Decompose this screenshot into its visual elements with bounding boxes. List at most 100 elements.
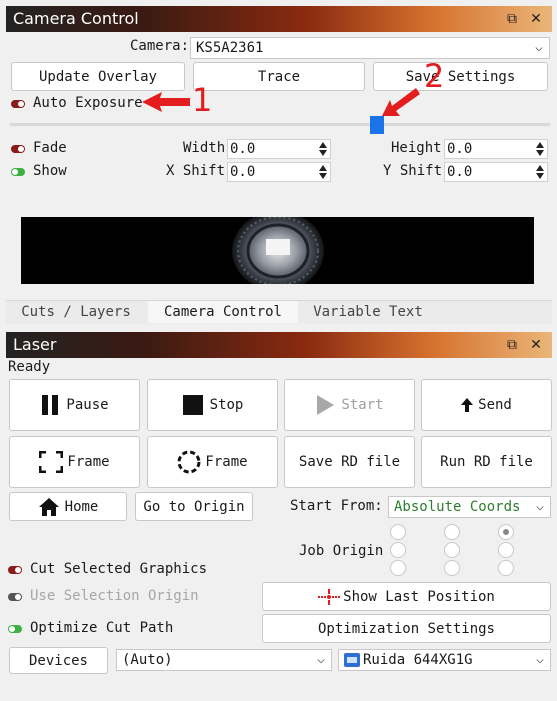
yshift-label: Y Shift xyxy=(383,163,443,179)
spin-arrows-icon[interactable] xyxy=(535,164,545,180)
home-icon xyxy=(38,497,59,516)
home-button[interactable]: Home xyxy=(9,492,127,521)
go-to-origin-button[interactable]: Go to Origin xyxy=(135,492,253,521)
device-icon xyxy=(344,653,360,667)
home-label: Home xyxy=(64,498,99,515)
laser-panel-title: Laser xyxy=(13,335,57,354)
spin-arrows-icon[interactable] xyxy=(535,141,545,157)
origin-radio-middle-right[interactable] xyxy=(498,542,514,558)
height-spinbox[interactable]: 0.0 xyxy=(444,139,548,159)
width-spinbox[interactable]: 0.0 xyxy=(227,139,331,159)
origin-radio-bottom-right[interactable] xyxy=(498,560,514,576)
frame-corners-icon xyxy=(39,451,64,473)
stop-label: Stop xyxy=(209,397,244,413)
tab-camera-control[interactable]: Camera Control xyxy=(148,301,298,323)
pause-button[interactable]: Pause xyxy=(9,379,140,431)
port-value: (Auto) xyxy=(122,652,173,668)
frame-circle-icon xyxy=(177,450,201,474)
origin-radio-center[interactable] xyxy=(444,542,460,558)
height-label: Height xyxy=(391,140,442,156)
chevron-down-icon: ⌵ xyxy=(535,40,543,55)
tab-cuts-layers[interactable]: Cuts / Layers xyxy=(12,301,140,323)
yshift-spinbox[interactable]: 0.0 xyxy=(444,162,548,182)
optimize-cut-path-label: Optimize Cut Path xyxy=(30,620,174,636)
frame-button-1[interactable]: Frame xyxy=(9,436,140,488)
xshift-value: 0.0 xyxy=(230,164,256,180)
camera-select[interactable]: KS5A2361 ⌵ xyxy=(190,37,550,59)
arrow-shape xyxy=(142,92,190,112)
pause-icon xyxy=(42,395,59,415)
run-rd-file-button[interactable]: Run RD file xyxy=(421,436,552,488)
pause-label: Pause xyxy=(66,397,109,413)
float-icon[interactable]: ⧉ xyxy=(502,6,522,32)
camera-panel-title: Camera Control xyxy=(13,9,139,28)
start-button[interactable]: Start xyxy=(284,379,415,431)
spin-arrows-icon[interactable] xyxy=(318,164,328,180)
frame-label-1: Frame xyxy=(67,454,110,470)
crosshair-icon xyxy=(318,588,341,605)
origin-radio-top-right[interactable] xyxy=(498,524,514,540)
job-origin-label: Job Origin xyxy=(299,543,384,559)
start-label: Start xyxy=(341,397,384,413)
start-from-value: Absolute Coords xyxy=(394,499,521,515)
upload-arrow-icon xyxy=(461,398,474,412)
camera-select-value: KS5A2361 xyxy=(196,40,264,56)
width-label: Width xyxy=(183,140,226,156)
chevron-down-icon: ⌵ xyxy=(536,499,544,514)
camera-preview xyxy=(21,217,534,284)
laser-panel-titlebar: Laser ⧉ ✕ xyxy=(6,332,552,358)
frame-label-2: Frame xyxy=(205,454,248,470)
yshift-value: 0.0 xyxy=(447,164,473,180)
camera-label: Camera: xyxy=(130,38,190,54)
cut-selected-toggle[interactable] xyxy=(8,566,22,574)
send-label: Send xyxy=(478,397,512,413)
show-label: Show xyxy=(33,163,67,179)
start-from-select[interactable]: Absolute Coords ⌵ xyxy=(388,496,551,518)
origin-radio-middle-left[interactable] xyxy=(390,542,406,558)
cut-selected-label: Cut Selected Graphics xyxy=(30,561,208,577)
optimize-cut-path-toggle[interactable] xyxy=(8,625,22,633)
frame-button-2[interactable]: Frame xyxy=(147,436,278,488)
fade-toggle[interactable] xyxy=(11,145,25,153)
save-rd-file-button[interactable]: Save RD file xyxy=(284,436,415,488)
devices-button[interactable]: Devices xyxy=(9,647,108,674)
spin-arrows-icon[interactable] xyxy=(318,141,328,157)
origin-radio-bottom-center[interactable] xyxy=(444,560,460,576)
laser-status: Ready xyxy=(8,359,51,375)
start-from-label: Start From: xyxy=(290,498,383,514)
arrow-shape xyxy=(382,88,420,116)
stop-button[interactable]: Stop xyxy=(147,379,278,431)
send-button[interactable]: Send xyxy=(421,379,552,431)
origin-radio-bottom-left[interactable] xyxy=(390,560,406,576)
port-select[interactable]: (Auto) ⌵ xyxy=(116,649,332,671)
width-value: 0.0 xyxy=(230,141,256,157)
origin-radio-top-left[interactable] xyxy=(390,524,406,540)
close-icon[interactable]: ✕ xyxy=(526,6,546,32)
annotation-number-1: 1 xyxy=(192,81,213,119)
float-icon[interactable]: ⧉ xyxy=(502,332,522,358)
fisheye-image xyxy=(232,217,324,284)
xshift-spinbox[interactable]: 0.0 xyxy=(227,162,331,182)
chevron-down-icon: ⌵ xyxy=(317,652,325,667)
play-icon xyxy=(317,395,335,415)
exposure-slider-track[interactable] xyxy=(10,123,550,126)
optimization-settings-button[interactable]: Optimization Settings xyxy=(262,614,551,643)
auto-exposure-toggle[interactable] xyxy=(11,100,25,108)
height-value: 0.0 xyxy=(447,141,473,157)
chevron-down-icon: ⌵ xyxy=(536,652,544,667)
show-last-position-button[interactable]: Show Last Position xyxy=(262,582,551,611)
use-selection-origin-toggle[interactable] xyxy=(8,593,22,601)
device-select[interactable]: Ruida 644XG1G ⌵ xyxy=(338,649,551,671)
origin-radio-top-center[interactable] xyxy=(444,524,460,540)
device-value: Ruida 644XG1G xyxy=(363,652,473,668)
close-icon[interactable]: ✕ xyxy=(526,332,546,358)
annotation-number-2: 2 xyxy=(424,57,445,95)
tab-variable-text[interactable]: Variable Text xyxy=(300,301,436,323)
use-selection-origin-label: Use Selection Origin xyxy=(30,588,199,604)
camera-panel-titlebar: Camera Control ⧉ ✕ xyxy=(6,6,552,32)
fade-label: Fade xyxy=(33,140,67,156)
show-toggle[interactable] xyxy=(11,168,25,176)
xshift-label: X Shift xyxy=(166,163,226,179)
show-last-position-label: Show Last Position xyxy=(343,588,495,605)
stop-icon xyxy=(182,395,203,415)
